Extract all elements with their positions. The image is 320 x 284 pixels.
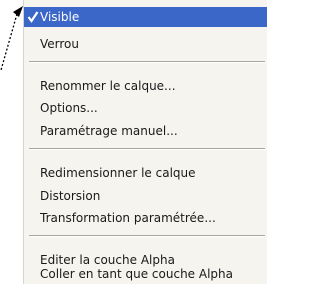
screenshot: Visible Verrou Renommer le calque... Opt… — [0, 0, 278, 284]
menu-item-options[interactable]: Options... — [24, 98, 267, 118]
menu-item-label: Visible — [40, 10, 80, 24]
menu-item-visible[interactable]: Visible — [24, 7, 267, 27]
menu-item-label: Verrou — [40, 37, 79, 51]
menu-item-label: Renommer le calque... — [40, 79, 176, 93]
menu-item-paste-as-alpha-channel[interactable]: Coller en tant que couche Alpha — [24, 264, 267, 284]
menu-separator — [29, 61, 265, 63]
menu-item-label: Paramétrage manuel... — [40, 124, 178, 138]
menu-item-manual-settings[interactable]: Paramétrage manuel... — [24, 121, 267, 141]
layer-context-menu: Visible Verrou Renommer le calque... Opt… — [23, 0, 267, 284]
menu-item-parametric-transform[interactable]: Transformation paramétrée... — [24, 208, 267, 228]
menu-item-label: Coller en tant que couche Alpha — [40, 267, 233, 281]
menu-item-distortion[interactable]: Distorsion — [24, 186, 267, 206]
menu-item-label: Redimensionner le calque — [40, 166, 196, 180]
check-icon — [27, 11, 39, 23]
menu-separator — [29, 148, 265, 150]
menu-item-label: Options... — [40, 101, 98, 115]
menu-item-label: Distorsion — [40, 189, 101, 203]
menu-item-label: Transformation paramétrée... — [40, 211, 216, 225]
menu-item-resize-layer[interactable]: Redimensionner le calque — [24, 163, 267, 183]
menu-item-lock[interactable]: Verrou — [24, 34, 267, 54]
menu-item-rename-layer[interactable]: Renommer le calque... — [24, 76, 267, 96]
menu-separator — [29, 235, 265, 237]
